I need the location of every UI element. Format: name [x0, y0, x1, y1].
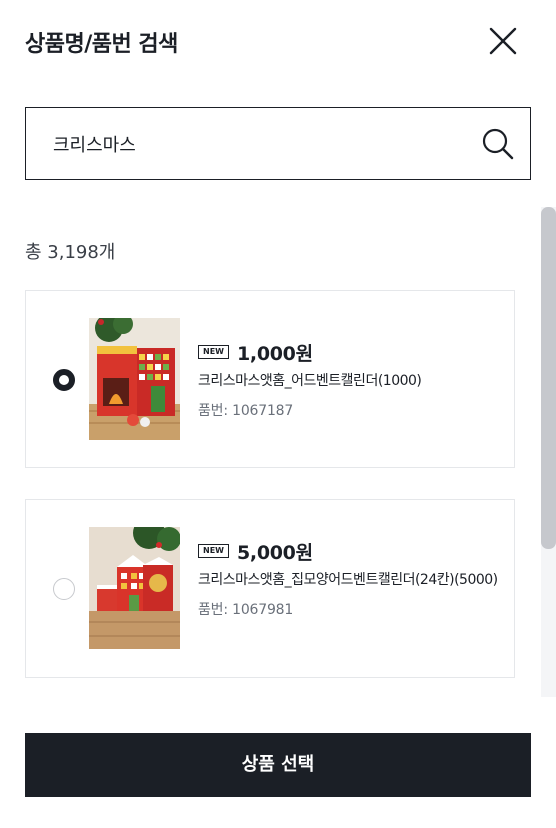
product-radio[interactable]	[53, 578, 75, 600]
search-box	[25, 107, 531, 180]
product-radio-selected[interactable]	[53, 369, 75, 391]
product-thumbnail	[89, 318, 180, 440]
new-badge: NEW	[198, 544, 229, 558]
product-thumbnail	[89, 527, 180, 649]
product-card[interactable]: NEW 1,000원 크리스마스앳홈_어드벤트캘린더(1000) 품번: 106…	[25, 290, 515, 468]
product-info: NEW 5,000원 크리스마스앳홈_집모양어드벤트캘린더(24칸)(5000)…	[198, 538, 498, 619]
product-card[interactable]: NEW 5,000원 크리스마스앳홈_집모양어드벤트캘린더(24칸)(5000)…	[25, 499, 515, 678]
search-icon	[482, 128, 514, 160]
new-badge: NEW	[198, 345, 229, 359]
search-input[interactable]	[53, 130, 473, 158]
product-info: NEW 1,000원 크리스마스앳홈_어드벤트캘린더(1000) 품번: 106…	[198, 339, 498, 420]
product-price: 5,000원	[236, 541, 313, 564]
scrollbar-thumb[interactable]	[541, 207, 556, 549]
select-product-button[interactable]: 상품 선택	[25, 733, 531, 797]
product-name: 크리스마스앳홈_집모양어드벤트캘린더(24칸)(5000)	[198, 572, 498, 588]
product-code: 품번: 1067187	[198, 403, 294, 419]
close-icon	[489, 27, 517, 55]
product-price: 1,000원	[236, 342, 313, 365]
page-title: 상품명/품번 검색	[25, 32, 178, 57]
product-code: 품번: 1067981	[198, 602, 294, 618]
close-button[interactable]	[486, 24, 520, 58]
product-name: 크리스마스앳홈_어드벤트캘린더(1000)	[198, 373, 422, 389]
modal-header: 상품명/품번 검색	[0, 0, 556, 82]
search-button[interactable]	[480, 126, 516, 162]
result-count: 총 3,198개	[25, 242, 116, 263]
